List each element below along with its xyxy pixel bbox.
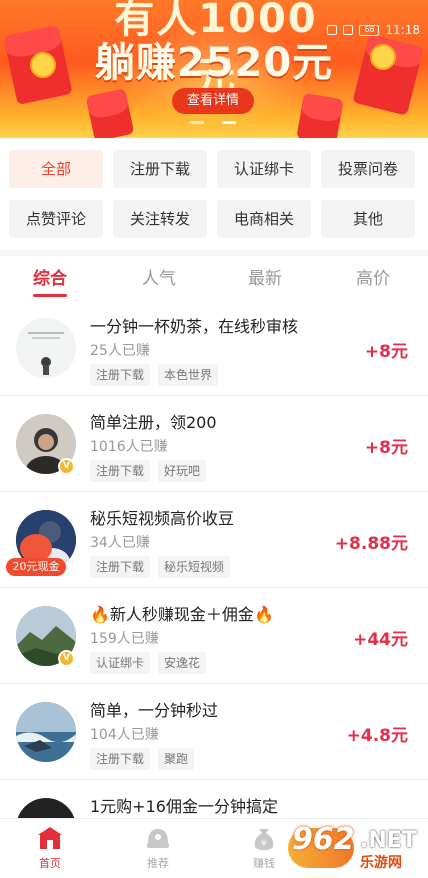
task-earned-count: 1016人已赚 bbox=[90, 439, 168, 455]
task-item[interactable]: 简单，一分钟秒过 104人已赚 注册下载 聚跑 +4.8元 bbox=[0, 684, 428, 780]
task-reward: +8元 bbox=[364, 342, 408, 362]
task-tag: 好玩吧 bbox=[158, 460, 207, 482]
task-reward: +44元 bbox=[353, 630, 408, 650]
category-verify-bind-card[interactable]: 认证绑卡 bbox=[217, 150, 311, 188]
task-tags: 注册下载 秘乐短视频 bbox=[90, 556, 231, 578]
watermark-suffix: .NET bbox=[360, 828, 417, 853]
task-reward: +8.88元 bbox=[334, 534, 408, 554]
task-title: 简单注册，领200 bbox=[90, 413, 217, 432]
category-grid: 全部 注册下载 认证绑卡 投票问卷 点赞评论 关注转发 电商相关 其他 bbox=[0, 138, 428, 250]
battery-icon: 66 bbox=[359, 24, 380, 36]
nav-label: 推荐 bbox=[147, 857, 169, 870]
task-tag: 本色世界 bbox=[158, 364, 219, 386]
watermark-number: 962 bbox=[292, 822, 355, 857]
task-item[interactable]: V 🔥新人秒赚现金＋佣金🔥 159人已赚 认证绑卡 安逸花 +44元 bbox=[0, 588, 428, 684]
task-earned-count: 25人已赚 bbox=[90, 343, 150, 359]
task-tags: 注册下载 好玩吧 bbox=[90, 460, 207, 482]
coin-icon bbox=[30, 52, 56, 78]
task-tag: 安逸花 bbox=[158, 652, 207, 674]
fire-icon: 🔥 bbox=[90, 605, 110, 624]
task-reward: +8元 bbox=[364, 438, 408, 458]
nav-recommend[interactable]: 推荐 bbox=[118, 825, 198, 871]
watermark-site-name: 乐游网 bbox=[360, 855, 402, 871]
avatar bbox=[16, 318, 76, 378]
task-tags: 注册下载 本色世界 bbox=[90, 364, 219, 386]
task-tag: 秘乐短视频 bbox=[158, 556, 231, 578]
task-tags: 注册下载 聚跑 bbox=[90, 748, 195, 770]
task-tag: 注册下载 bbox=[90, 748, 151, 770]
task-title: 秘乐短视频高价收豆 bbox=[90, 509, 235, 528]
vibrate-icon bbox=[343, 25, 354, 35]
task-item[interactable]: 1元购+16佣金一分钟搞定 bbox=[0, 780, 428, 858]
tab-indicator bbox=[33, 294, 67, 297]
task-earned-count: 34人已赚 bbox=[90, 535, 150, 551]
task-earned-count: 104人已赚 bbox=[90, 727, 159, 743]
tab-comprehensive[interactable]: 综合 bbox=[15, 264, 85, 289]
category-register-download[interactable]: 注册下载 bbox=[113, 150, 207, 188]
cash-reward-badge: 20元现金 bbox=[6, 534, 66, 578]
verified-badge-icon: V bbox=[58, 650, 75, 667]
category-like-comment[interactable]: 点赞评论 bbox=[9, 200, 103, 238]
bluetooth-icon bbox=[327, 25, 338, 35]
fire-icon: 🔥 bbox=[253, 605, 274, 624]
avatar bbox=[16, 702, 76, 762]
status-time: 11:18 bbox=[385, 23, 420, 37]
task-item[interactable]: V 简单注册，领200 1016人已赚 注册下载 好玩吧 +8元 bbox=[0, 396, 428, 492]
banner-subtitle: 躺赚2520元 bbox=[94, 40, 334, 86]
view-details-button[interactable]: 查看详情 bbox=[172, 88, 254, 114]
category-vote-survey[interactable]: 投票问卷 bbox=[321, 150, 415, 188]
site-watermark: 962 .NET 乐游网 bbox=[288, 822, 420, 874]
nav-label: 首页 bbox=[39, 857, 61, 870]
recommend-icon bbox=[147, 829, 169, 848]
category-other[interactable]: 其他 bbox=[321, 200, 415, 238]
task-title: 一分钟一杯奶茶，在线秒审核 bbox=[90, 317, 299, 336]
carousel-dot bbox=[190, 121, 204, 124]
task-title-text: 新人秒赚现金＋佣金 bbox=[109, 605, 254, 624]
task-title: 🔥新人秒赚现金＋佣金🔥 bbox=[90, 601, 274, 625]
sort-tabs: 综合 人气 最新 高价 bbox=[0, 256, 428, 304]
task-tag: 认证绑卡 bbox=[90, 652, 151, 674]
nav-home[interactable]: 首页 bbox=[10, 825, 90, 871]
tab-high-price[interactable]: 高价 bbox=[338, 264, 408, 289]
task-tag: 注册下载 bbox=[90, 364, 151, 386]
home-icon bbox=[38, 827, 62, 849]
cash-badge-label: 20元现金 bbox=[6, 558, 66, 576]
task-item[interactable]: 20元现金 秘乐短视频高价收豆 34人已赚 注册下载 秘乐短视频 +8.88元 bbox=[0, 492, 428, 588]
svg-text:¥: ¥ bbox=[261, 839, 267, 849]
promo-banner[interactable]: 有人1000元 躺赚2520元 查看详情 66 11:18 bbox=[0, 0, 428, 138]
tab-newest[interactable]: 最新 bbox=[230, 264, 300, 289]
category-follow-share[interactable]: 关注转发 bbox=[113, 200, 207, 238]
verified-badge-icon: V bbox=[58, 458, 75, 475]
category-ecommerce[interactable]: 电商相关 bbox=[217, 200, 311, 238]
task-title: 简单，一分钟秒过 bbox=[90, 701, 219, 720]
coin-icon bbox=[370, 44, 396, 70]
task-title: 1元购+16佣金一分钟搞定 bbox=[90, 797, 278, 816]
task-tag: 注册下载 bbox=[90, 460, 151, 482]
task-tags: 认证绑卡 安逸花 bbox=[90, 652, 207, 674]
task-reward: +4.8元 bbox=[346, 726, 408, 746]
status-bar: 66 11:18 bbox=[327, 20, 420, 40]
tab-popular[interactable]: 人气 bbox=[124, 264, 194, 289]
carousel-dot-active bbox=[222, 121, 236, 124]
task-tag: 聚跑 bbox=[158, 748, 195, 770]
money-bag-icon: ¥ bbox=[254, 829, 274, 850]
category-all[interactable]: 全部 bbox=[9, 150, 103, 188]
app-screen: 有人1000元 躺赚2520元 查看详情 66 11:18 全部 注册下载 认证… bbox=[0, 0, 428, 878]
task-item[interactable]: 一分钟一杯奶茶，在线秒审核 25人已赚 注册下载 本色世界 +8元 bbox=[0, 300, 428, 396]
task-earned-count: 159人已赚 bbox=[90, 631, 159, 647]
task-tag: 注册下载 bbox=[90, 556, 151, 578]
